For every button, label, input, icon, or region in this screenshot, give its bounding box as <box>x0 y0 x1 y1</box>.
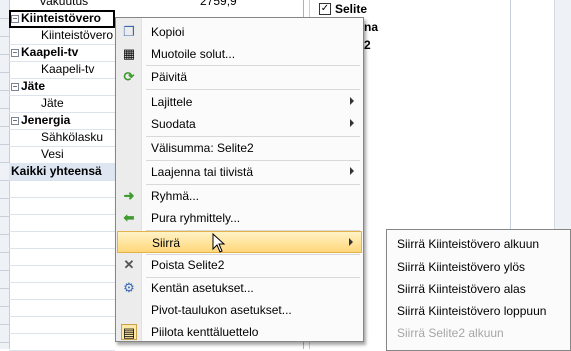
menu-item-subtotal[interactable]: Välisumma: Selite2 <box>117 137 362 159</box>
menu-item-ungroup[interactable]: ⬅ Pura ryhmittely... <box>117 207 362 229</box>
row-label: Jenergia <box>21 113 71 127</box>
menu-item-label: Poista Selite2 <box>151 258 225 272</box>
empty-row[interactable] <box>9 265 115 283</box>
menu-item-label: Välisumma: Selite2 <box>151 141 254 155</box>
menu-item-field-settings[interactable]: ⚙ Kentän asetukset... <box>117 277 362 299</box>
submenu-item-move-last[interactable]: Siirrä Kiinteistövero loppuun <box>397 304 546 318</box>
pivot-row-item[interactable]: Kaapeli-tv <box>9 61 115 79</box>
menu-item-expand-collapse[interactable]: Laajenna tai tiivistä <box>117 161 362 183</box>
menu-item-label: Laajenna tai tiivistä <box>151 165 254 179</box>
empty-row[interactable] <box>9 316 115 334</box>
context-menu: ❐ Kopioi ▦ Muotoile solut... ⟳ Päivitä L… <box>115 17 364 342</box>
pivot-row-item[interactable]: Kiinteistövero <box>9 27 115 45</box>
pivot-row-item[interactable]: Sähkölasku <box>9 129 115 147</box>
row-label: Kaikki yhteensä <box>11 164 102 178</box>
submenu-item-move-down[interactable]: Siirrä Kiinteistövero alas <box>397 282 526 296</box>
menu-item-copy[interactable]: ❐ Kopioi <box>117 21 362 43</box>
collapse-toggle-icon[interactable]: − <box>11 48 19 57</box>
menu-item-move[interactable]: Siirrä <box>117 231 362 253</box>
empty-row[interactable] <box>9 333 115 351</box>
submenu-arrow-icon <box>350 119 354 127</box>
menu-item-label: Kopioi <box>151 25 185 39</box>
pivot-row-group[interactable]: − Kiinteistövero <box>9 10 115 28</box>
empty-row[interactable] <box>9 282 115 300</box>
menu-item-label: Ryhmä... <box>151 189 200 203</box>
ungroup-icon: ⬅ <box>123 210 135 225</box>
submenu-item-move-field-first: Siirrä Selite2 alkuun <box>397 326 504 340</box>
menu-item-pivot-settings[interactable]: Pivot-taulukon asetukset... <box>117 299 362 321</box>
menu-item-label: Muotoile solut... <box>151 47 236 61</box>
group-icon: ➜ <box>123 188 135 203</box>
menu-item-label: Päivitä <box>151 70 188 84</box>
empty-row[interactable] <box>9 231 115 249</box>
menu-item-hide-field-list[interactable]: ▤ Piilota kenttäluettelo <box>117 321 362 343</box>
submenu-item-move-first[interactable]: Siirrä Kiinteistövero alkuun <box>397 237 539 251</box>
refresh-icon: ⟳ <box>123 69 135 84</box>
field-checkbox-selite[interactable]: ✓ <box>319 3 331 15</box>
menu-item-label: Pura ryhmittely... <box>151 211 241 225</box>
row-label: Vakuutus <box>39 0 89 8</box>
menu-item-group[interactable]: ➜ Ryhmä... <box>117 185 362 207</box>
submenu-arrow-icon <box>350 167 354 175</box>
empty-row[interactable] <box>9 180 115 198</box>
row-label: Jäte <box>41 96 64 110</box>
menu-item-label: Lajittele <box>151 95 193 109</box>
menu-item-format-cells[interactable]: ▦ Muotoile solut... <box>117 43 362 65</box>
menu-item-label: Suodata <box>151 117 196 131</box>
field-label-partial: na <box>364 20 379 34</box>
row-label: Vesi <box>41 147 64 161</box>
delete-icon: ✕ <box>123 257 135 272</box>
row-label: Kaapeli-tv <box>41 62 95 76</box>
field-list-icon: ▤ <box>121 324 137 340</box>
pivot-grand-total-row[interactable]: Kaikki yhteensä <box>9 163 115 181</box>
move-submenu: Siirrä Kiinteistövero alkuun Siirrä Kiin… <box>386 229 571 351</box>
field-label: Selite <box>335 2 368 16</box>
row-label: Jäte <box>21 79 46 93</box>
row-label: Sähkölasku <box>41 130 104 144</box>
menu-item-label: Piilota kenttäluettelo <box>151 325 259 339</box>
field-settings-icon: ⚙ <box>123 280 135 295</box>
submenu-arrow-icon <box>350 97 354 105</box>
menu-item-filter[interactable]: Suodata <box>117 113 362 135</box>
empty-row[interactable] <box>9 197 115 215</box>
pivot-row-group[interactable]: − Jäte <box>9 78 115 96</box>
menu-item-label: Siirrä <box>152 236 181 250</box>
row-value: 2759,9 <box>200 0 237 8</box>
pivot-row-group[interactable]: − Jenergia <box>9 112 115 130</box>
empty-row[interactable] <box>9 248 115 266</box>
row-label: Kiinteistövero <box>21 11 102 25</box>
row-label: Kaapeli-tv <box>21 45 79 59</box>
empty-row[interactable] <box>9 214 115 232</box>
empty-row[interactable] <box>9 299 115 317</box>
menu-item-delete[interactable]: ✕ Poista Selite2 <box>117 254 362 276</box>
submenu-item-move-up[interactable]: Siirrä Kiinteistövero ylös <box>397 260 525 274</box>
menu-item-refresh[interactable]: ⟳ Päivitä <box>117 66 362 88</box>
collapse-toggle-icon[interactable]: − <box>11 82 19 91</box>
pivot-row-item[interactable]: Vesi <box>9 146 115 164</box>
collapse-toggle-icon[interactable]: − <box>11 116 19 125</box>
pivot-row-item[interactable]: Jäte <box>9 95 115 113</box>
menu-item-label: Kentän asetukset... <box>151 281 254 295</box>
field-label-partial: 2 <box>364 38 371 52</box>
copy-icon: ❐ <box>123 24 135 39</box>
row-label: Kiinteistövero <box>41 28 114 42</box>
menu-item-sort[interactable]: Lajittele <box>117 91 362 113</box>
collapse-toggle-icon[interactable]: − <box>11 14 19 23</box>
format-cells-icon: ▦ <box>122 46 136 61</box>
mouse-cursor-icon <box>212 232 226 253</box>
pivot-row-group[interactable]: − Kaapeli-tv <box>9 44 115 62</box>
menu-item-label: Pivot-taulukon asetukset... <box>151 303 292 317</box>
submenu-arrow-icon <box>349 238 353 246</box>
